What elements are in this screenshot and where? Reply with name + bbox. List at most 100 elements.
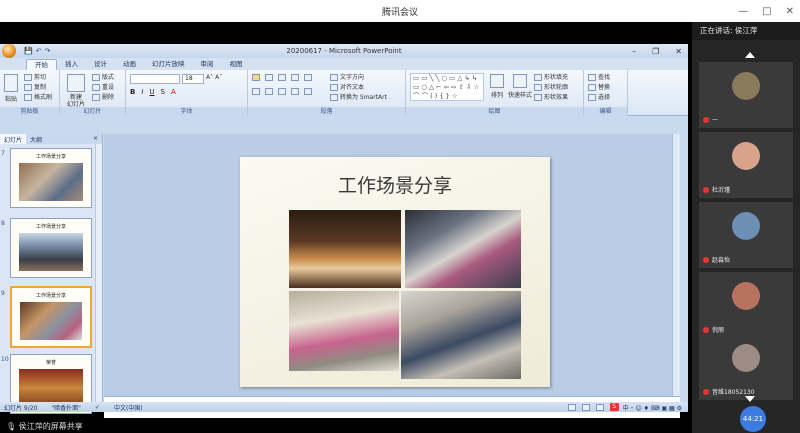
columns-icon[interactable]	[304, 88, 312, 95]
tab-view[interactable]: 视图	[222, 59, 251, 70]
tab-home[interactable]: 开始	[26, 59, 57, 70]
arrange-button[interactable]: 排列	[488, 72, 506, 99]
select-button[interactable]: 选择	[588, 93, 610, 103]
scroll-down-icon[interactable]	[745, 396, 755, 402]
spellcheck-icon[interactable]: ✓	[95, 404, 100, 411]
tab-insert[interactable]: 插入	[57, 59, 86, 70]
slide-thumbnail[interactable]: 工作场景分享	[10, 218, 92, 278]
thumb-title: 荣誉	[45, 360, 56, 366]
close-panel-icon[interactable]: ×	[89, 134, 102, 144]
avatar	[732, 344, 760, 372]
normal-view-icon[interactable]	[567, 403, 576, 411]
tab-slideshow[interactable]: 幻灯片放映	[144, 59, 193, 70]
minimize-icon[interactable]: —	[738, 6, 748, 17]
close-icon[interactable]: ✕	[786, 6, 794, 17]
group-clipboard: 粘贴 剪切 复制 格式刷 剪贴板	[0, 70, 60, 116]
text-direction-button[interactable]: 文字方向	[330, 73, 387, 83]
layout-icon	[92, 74, 100, 81]
slide-photo[interactable]	[289, 210, 401, 288]
font-size-select[interactable]: 18	[182, 74, 204, 84]
new-slide-button[interactable]: 新建 幻灯片	[64, 72, 88, 108]
delete-icon	[92, 94, 100, 101]
tab-review[interactable]: 审阅	[193, 59, 222, 70]
slide-photo[interactable]	[401, 291, 521, 379]
justify-icon[interactable]	[291, 88, 299, 95]
ppt-minimize-icon[interactable]: –	[632, 47, 636, 56]
participant-tile[interactable]: 倪丽	[699, 272, 793, 338]
ppt-restore-icon[interactable]: ❐	[652, 47, 659, 56]
ppt-close-icon[interactable]: ✕	[675, 47, 682, 56]
slide-title[interactable]: 工作场景分享	[240, 171, 550, 198]
delete-button[interactable]: 删除	[92, 93, 114, 103]
tab-outline-panel[interactable]: 大纲	[26, 134, 46, 144]
thumb-photo	[19, 233, 83, 271]
current-slide: 工作场景分享	[240, 157, 550, 387]
window-title: 腾讯会议	[381, 7, 418, 18]
thumb-number: 8	[1, 220, 5, 227]
slide-photo[interactable]	[405, 210, 521, 288]
shrink-font-icon[interactable]: A˅	[215, 74, 222, 84]
shapes-gallery[interactable]: ▭ ▭ ╲ ╲ ○ ▭ △ ↳ ↳ ▭ ○ △ ⌐ ⇦ ⇨ ⇧ ⇩ ☆ ⌒ ⌒ ( …	[410, 73, 484, 101]
italic-icon[interactable]: I	[141, 88, 143, 96]
layout-button[interactable]: 版式	[92, 73, 114, 83]
tab-design[interactable]: 设计	[86, 59, 115, 70]
cut-button[interactable]: 剪切	[24, 73, 52, 83]
underline-icon[interactable]: U	[149, 88, 154, 96]
shape-fill-button[interactable]: 形状填充	[534, 73, 568, 83]
scroll-up-icon[interactable]	[745, 52, 755, 58]
slide-thumbnail-selected[interactable]: 工作场景分享	[10, 286, 92, 348]
shape-outline-button[interactable]: 形状轮廓	[534, 83, 568, 93]
quick-styles-button[interactable]: 快速样式	[508, 72, 532, 99]
smartart-icon	[330, 94, 338, 101]
slide-photo[interactable]	[289, 291, 399, 371]
numbering-icon[interactable]	[265, 74, 273, 81]
grow-font-icon[interactable]: A˄	[206, 74, 213, 84]
decrease-indent-icon[interactable]	[278, 74, 286, 81]
avatar	[732, 282, 760, 310]
ribbon-tabs: 开始 插入 设计 动画 幻灯片放映 审阅 视图	[0, 58, 688, 70]
participant-tile[interactable]: 音维18052130	[699, 334, 793, 400]
align-center-icon[interactable]	[265, 88, 273, 95]
replace-button[interactable]: 替换	[588, 83, 610, 93]
group-font: 18 A˄ A˅ B I U S A 字体	[126, 70, 248, 116]
line-spacing-icon[interactable]	[304, 74, 312, 81]
sogou-ime-icon[interactable]: S	[609, 403, 619, 411]
maximize-icon[interactable]: □	[762, 6, 771, 17]
shape-outline-label: 形状轮廓	[544, 84, 569, 91]
bullets-icon[interactable]	[252, 74, 260, 81]
smartart-button[interactable]: 转换为 SmartArt	[330, 93, 387, 103]
participant-tile[interactable]: 一	[699, 62, 793, 128]
sorter-view-icon[interactable]	[581, 403, 590, 411]
align-right-icon[interactable]	[278, 88, 286, 95]
thumbnail-scrollbar[interactable]	[95, 144, 102, 406]
slideshow-view-icon[interactable]	[595, 403, 604, 411]
font-color-icon[interactable]: A	[171, 88, 176, 96]
increase-indent-icon[interactable]	[291, 74, 299, 81]
copy-label: 复制	[34, 84, 47, 91]
find-button[interactable]: 查找	[588, 73, 610, 83]
tab-animation[interactable]: 动画	[115, 59, 144, 70]
bold-icon[interactable]: B	[130, 88, 135, 96]
strikethrough-icon[interactable]: S	[161, 88, 165, 96]
format-painter-button[interactable]: 格式刷	[24, 93, 52, 103]
participant-tile[interactable]: 杜沂瑾	[699, 132, 793, 198]
ime-mode[interactable]: 中 ⁃ ☺ ♦ ⌨ ▣ ▦ ⚙	[623, 403, 682, 412]
mic-muted-icon	[703, 388, 709, 395]
shape-effect-button[interactable]: 形状效果	[534, 93, 568, 103]
paste-button[interactable]: 粘贴	[3, 72, 19, 103]
reset-button[interactable]: 重设	[92, 83, 114, 93]
new-slide-label: 新建 幻灯片	[66, 94, 85, 108]
slide-thumbnail[interactable]: 工作场景分享	[10, 148, 92, 208]
replace-icon	[588, 84, 596, 91]
align-left-icon[interactable]	[252, 88, 260, 95]
effect-icon	[534, 94, 542, 101]
avatar	[732, 72, 760, 100]
screen-share-owner: 侯江萍的屏幕共享	[18, 422, 83, 431]
arrange-label: 排列	[490, 92, 503, 99]
align-text-button[interactable]: 对齐文本	[330, 83, 387, 93]
font-name-select[interactable]	[130, 74, 180, 84]
tab-slides-panel[interactable]: 幻灯片	[0, 134, 27, 144]
slide-scrollbar[interactable]	[672, 134, 680, 396]
copy-button[interactable]: 复制	[24, 83, 52, 93]
participant-tile[interactable]: 赵淼怡	[699, 202, 793, 268]
